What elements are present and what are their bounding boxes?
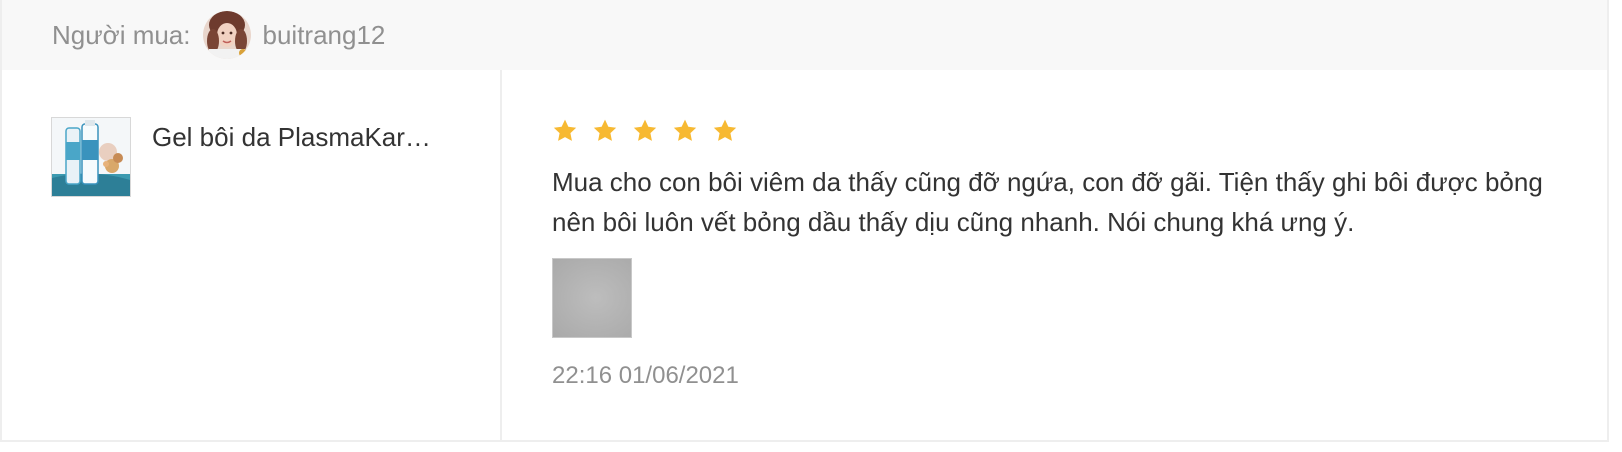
- product-thumbnail[interactable]: [51, 117, 131, 197]
- star-icon: [553, 119, 577, 141]
- star-icon: [713, 119, 737, 141]
- product-name[interactable]: Gel bôi da PlasmaKar…: [152, 120, 457, 154]
- buyer-label: Người mua:: [52, 19, 191, 50]
- star-icon: [593, 119, 617, 141]
- product-column: Gel bôi da PlasmaKar…: [2, 70, 502, 442]
- star-icon: [673, 119, 697, 141]
- avatar-photo-icon: [202, 11, 251, 59]
- product-tube-icon: [52, 118, 130, 196]
- review-card: Người mua: buitrang12 Gel bôi da PlasmaK…: [0, 0, 1609, 442]
- buyer-header: Người mua: buitrang12: [2, 0, 1607, 70]
- buyer-avatar: [202, 11, 251, 59]
- review-text: Mua cho con bôi viêm da thấy cũng đỡ ngứ…: [552, 167, 1543, 237]
- star-rating: [552, 118, 738, 144]
- review-column: Mua cho con bôi viêm da thấy cũng đỡ ngứ…: [552, 70, 1562, 442]
- review-photo[interactable]: [552, 258, 632, 338]
- buyer-username[interactable]: buitrang12: [263, 20, 386, 51]
- star-icon: [633, 119, 657, 141]
- review-timestamp: 22:16 01/06/2021: [552, 362, 739, 389]
